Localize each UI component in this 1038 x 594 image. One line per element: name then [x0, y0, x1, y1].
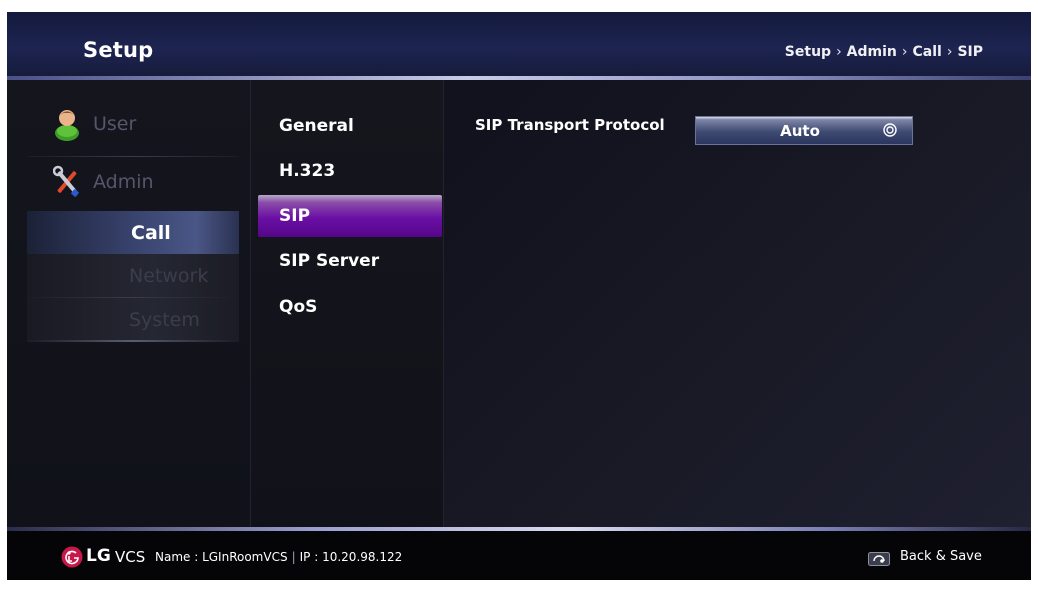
menu-call[interactable]: Call	[27, 211, 239, 254]
device-name: Name : LGInRoomVCS	[155, 550, 288, 564]
breadcrumb-separator: ›	[946, 44, 953, 60]
header-bar: Setup Setup › Admin › Call › SIP	[7, 12, 1031, 78]
submenu-qos[interactable]: QoS	[258, 286, 442, 328]
device-ip: IP : 10.20.98.122	[299, 550, 403, 564]
info-divider: |	[291, 550, 296, 564]
setup-screen: Setup Setup › Admin › Call › SIP User Ad…	[7, 12, 1031, 580]
menu-user-label: User	[93, 113, 137, 135]
lg-logo-icon	[61, 546, 83, 568]
device-info: Name : LGInRoomVCS | IP : 10.20.98.122	[155, 550, 402, 564]
menu-network[interactable]: Network	[27, 254, 239, 297]
submenu-h323[interactable]: H.323	[258, 150, 442, 192]
submenu-qos-label: QoS	[279, 297, 318, 317]
sip-transport-protocol-select[interactable]: Auto	[695, 116, 913, 145]
breadcrumb: Setup › Admin › Call › SIP	[785, 44, 983, 60]
menu-system-label: System	[129, 308, 200, 331]
sip-transport-protocol-label: SIP Transport Protocol	[475, 116, 665, 134]
menu-network-label: Network	[129, 264, 209, 287]
tools-icon	[52, 165, 81, 199]
breadcrumb-item-admin: Admin	[846, 44, 897, 60]
breadcrumb-item-sip: SIP	[957, 44, 983, 60]
product-name: VCS	[115, 548, 146, 566]
submenu-general-label: General	[279, 116, 354, 136]
menu-admin[interactable]: Admin	[27, 160, 239, 204]
back-key-icon	[868, 552, 890, 566]
breadcrumb-separator: ›	[836, 44, 842, 60]
menu-divider	[27, 156, 239, 157]
menu-call-label: Call	[131, 221, 171, 244]
page-title: Setup	[83, 38, 154, 62]
submenu-h323-label: H.323	[279, 161, 336, 181]
menu-bottom-divider	[27, 340, 239, 342]
ok-button-icon	[883, 123, 897, 137]
back-save-button[interactable]: Back & Save	[900, 549, 982, 564]
breadcrumb-item-call: Call	[912, 44, 942, 60]
breadcrumb-separator: ›	[901, 44, 908, 60]
user-icon	[53, 107, 81, 141]
submenu-general[interactable]: General	[258, 105, 442, 147]
submenu-sip-server[interactable]: SIP Server	[258, 240, 442, 282]
menu-system[interactable]: System	[27, 298, 239, 341]
menu-user[interactable]: User	[27, 102, 239, 146]
submenu-sip[interactable]: SIP	[258, 195, 442, 237]
submenu-sip-server-label: SIP Server	[279, 251, 380, 271]
sip-transport-protocol-value: Auto	[780, 121, 820, 140]
menu-admin-label: Admin	[93, 171, 154, 193]
breadcrumb-item-setup: Setup	[784, 44, 832, 60]
submenu-sip-label: SIP	[279, 206, 311, 226]
lg-brand: LG	[86, 546, 111, 566]
